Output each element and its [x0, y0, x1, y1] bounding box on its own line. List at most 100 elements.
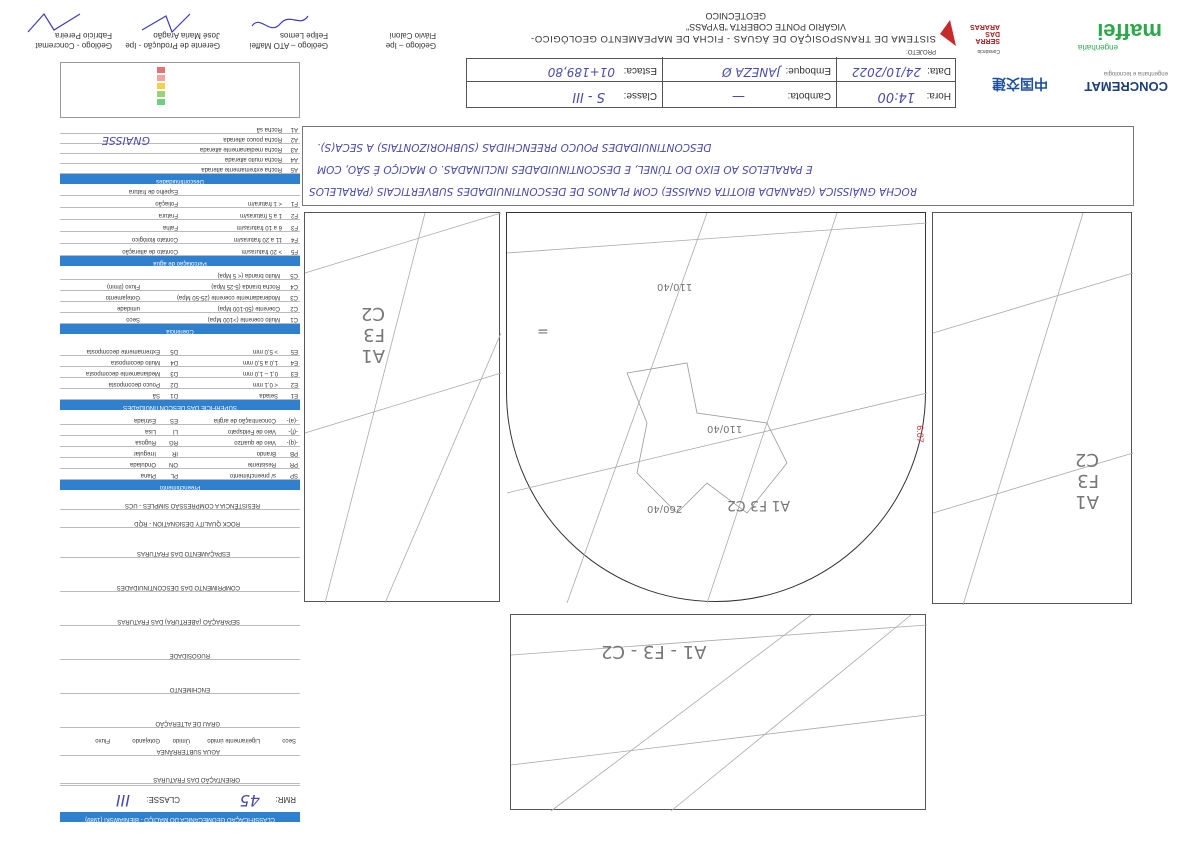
team-role-4: Geólogo - Concremat	[35, 41, 112, 50]
team-member-4: Geólogo - Concremat Fabrício Pereira	[8, 8, 114, 54]
coerencia-label: Rocha branda (5-25 Mpa)	[211, 283, 280, 289]
preenchimento-code: -(a)-	[286, 417, 298, 423]
preenchimento-code: -(f)-	[288, 428, 298, 434]
decomp-label: Extremamente decomposta	[86, 348, 160, 354]
rmr-section: ROCK QUALITY DESIGNATION - RQD	[60, 509, 300, 528]
rmr-section: ÁGUA SUBTERRÂNEA Seco Ligeiramente úmido…	[60, 727, 300, 756]
sketch-right-wall: A1 F3 C2	[932, 212, 1134, 606]
sketch-right-label: A1 F3 C2	[1074, 449, 1099, 512]
enchimento-title: ENCHIMENTO	[169, 686, 210, 692]
alteracao-row: A4 Rocha muito alterada	[60, 153, 300, 164]
rmr-section: SEPARAÇÃO (ABERTURA) DAS FRATURAS	[60, 591, 300, 626]
coerencia-label: Moderadamente coerente (25-50 Mpa)	[176, 294, 280, 300]
rmr-section: COMPRIMENTO DAS DESCONTINUIDADES	[60, 557, 300, 592]
alteracao-row: A5 Rocha extremamente alterada	[60, 163, 300, 174]
alteracao-label: Rocha sã	[256, 126, 282, 132]
condition-seco: Seco	[282, 737, 296, 743]
description-line-1: ROCHA GNÁISSICA (GRANADA BIOTITA GNAISSE…	[309, 185, 917, 197]
selada-code: E1	[290, 392, 298, 398]
project-title: PROJETO: SISTEMA DE TRANSPOSIÇÃO DE ÁGUA…	[516, 8, 936, 56]
percolacao-label: Gotejamento	[105, 294, 140, 300]
preenchimento-code: -(q)-	[286, 439, 298, 445]
decomp-row: E5 > 5,0 mm D5 Extremamente decomposta	[60, 344, 300, 356]
estaca-label: Estaca:	[623, 65, 657, 76]
signature-icon	[141, 13, 191, 34]
hora-label: Hora:	[926, 90, 951, 101]
fraturamento-code: F1	[290, 200, 298, 206]
title-line-2: VIGÁRIO PONTE COBERTA "BYPASS"	[686, 22, 846, 32]
decomp-label: Medianamente decomposta	[85, 370, 160, 376]
descont-label: Fratura	[158, 212, 178, 218]
team-member-3: Gerente de Produção - Ipe José Maria Ara…	[114, 8, 222, 54]
fraturamento-label: 1 a 5 fraturas/m	[239, 212, 282, 218]
abertura-label: Estriada	[133, 417, 156, 423]
fracture-lines	[932, 212, 1134, 606]
decomp-code: D1	[170, 392, 178, 398]
fraturamento-code: F5	[290, 248, 298, 254]
descontinuidades-title: Descontinuidades	[156, 178, 204, 184]
preenchimento-row: -(q)- Veio de quartzo RG Rugosa	[60, 435, 300, 447]
measure-label: 6.07	[914, 425, 925, 443]
preenchimento-label: Concentração de argila	[213, 417, 276, 423]
team-signatures	[306, 58, 466, 108]
condition-gotejando: Gotejando	[132, 737, 160, 743]
rmr-section: GRAU DE ALTERAÇÃO	[60, 693, 300, 728]
legend-block: Preenchimento SP s/ preenchimento PL Plana …	[60, 120, 300, 490]
title-line-3: GEOTÉCNICO	[705, 11, 766, 21]
descont-label: Falha	[162, 224, 178, 230]
data-label: Data:	[927, 65, 951, 76]
descont-label: Contato de alteração	[122, 248, 178, 254]
intemperismo-title: GRAU DE ALTERAÇÃO	[155, 720, 220, 726]
preenchimento-label: Veio de quartzo	[234, 439, 276, 445]
fraturamento-row: Espelho de fratura	[60, 183, 300, 196]
coerencia-code: C1	[290, 316, 298, 322]
fraturamento-row: F2 1 a 5 fraturas/m Fratura	[60, 207, 300, 220]
header-block: CONCREMAT engenharia e tecnologia 中国交建 m…	[306, 8, 1186, 108]
preenchimento-code: PR	[289, 461, 298, 467]
color-scale	[60, 62, 300, 118]
separacao-title: SEPARAÇÃO (ABERTURA) DAS FRATURAS	[117, 618, 240, 624]
condition-umido: Úmido	[172, 737, 190, 743]
resistencia-title: RESISTÊNCIA A COMPRESSÃO SIMPLES - UCS	[124, 502, 260, 508]
rmr-section: RESISTÊNCIA A COMPRESSÃO SIMPLES - UCS	[60, 491, 300, 510]
rmr-label: RMR:	[275, 795, 296, 804]
description-box: DESCONTINUIDADES POUCO PREENCHIDAS (SUBH…	[302, 126, 1134, 206]
selada-label: 0,1 – 1,0 mm	[242, 370, 278, 376]
serra-logo-text: SERRA DAS ARARAS	[970, 23, 1000, 44]
coerencia-row: C1 Muito coerente (>100 Mpa) Seco	[60, 312, 300, 324]
alteracao-code: A5	[290, 166, 298, 172]
decomp-row: E3 0,1 – 1,0 mm D3 Medianamente decomposta	[60, 366, 300, 378]
alteracao-code: A3	[290, 146, 298, 152]
classe-value: III	[115, 791, 130, 810]
team-table: Geólogo – Ipe Flávio Caloni Geólogo – AT…	[8, 8, 438, 54]
coerencia-row: C3 Moderadamente coerente (25-50 Mpa) Gote…	[60, 290, 300, 302]
abertura-code: ON	[169, 461, 178, 467]
logo-concremat: CONCREMAT engenharia e tecnologia	[1066, 58, 1186, 108]
decomp-code: D2	[170, 381, 178, 387]
selada-label: < 0,1 mm	[252, 381, 278, 387]
maffei-sub-text: engenharia	[1077, 43, 1118, 52]
description-line-2: E PARALELOS AO EIXO DO TÚNEL, E DESCONTI…	[317, 163, 813, 175]
decomp-label: Pouco decomposta	[108, 381, 160, 387]
preenchimento-label: s/ preenchimento	[229, 472, 276, 478]
sketch-floor-label: A1 - F3 - C2	[601, 641, 707, 662]
data-value: 24/10/2022	[851, 65, 921, 79]
coerencia-band: Coerência	[60, 324, 300, 334]
percolacao-label: Fluxo (l/min)	[106, 283, 140, 289]
fraturamento-label: < 1 fratura/m	[247, 200, 282, 206]
espacamento-title: ESPAÇAMENTO DAS FRATURAS	[136, 550, 230, 556]
alteracao-label: Rocha muito alterada	[224, 156, 282, 162]
preenchimento-label: Veio de Feldspato	[227, 428, 276, 434]
selada-code: E5	[290, 348, 298, 354]
team-member-1: Geólogo – Ipe Flávio Caloni	[330, 8, 438, 54]
cambota-value: —	[732, 89, 745, 104]
description-line-3: DESCONTINUIDADES POUCO PREENCHIDAS (SUBH…	[317, 141, 712, 153]
coerencia-row: C5 Muito branda (< 5 Mpa)	[60, 268, 300, 280]
condition-ligeiramente-umido: Ligeiramente úmido	[207, 737, 260, 743]
coerencia-row: C4 Rocha branda (5-25 Mpa) Fluxo (l/min)	[60, 279, 300, 291]
comprimento-title: COMPRIMENTO DAS DESCONTINUIDADES	[116, 584, 240, 590]
rugosidade-title: RUGOSIDADE	[169, 652, 210, 658]
selada-label: Selada	[259, 392, 278, 398]
rmr-section: RUGOSIDADE	[60, 625, 300, 660]
signature-icon	[251, 15, 309, 29]
